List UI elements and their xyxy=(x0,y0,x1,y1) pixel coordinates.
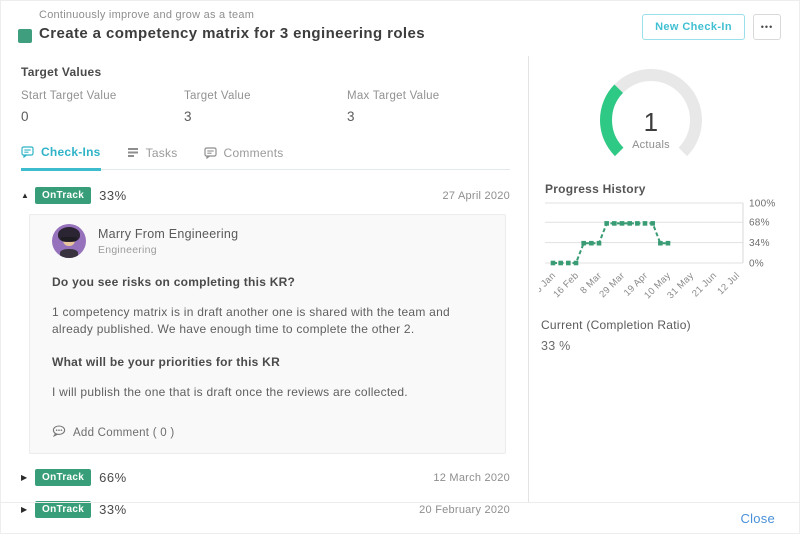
gauge-value: 1 xyxy=(644,107,659,137)
tab-check-ins[interactable]: Check-Ins xyxy=(21,145,101,171)
author-row: Marry From Engineering Engineering xyxy=(52,224,483,258)
svg-text:29 Mar: 29 Mar xyxy=(597,270,627,300)
kr-color-square-icon xyxy=(18,29,32,43)
caret-right-icon[interactable]: ▶ xyxy=(21,473,35,482)
current-ratio-value: 33 % xyxy=(541,339,571,353)
tab-label: Check-Ins xyxy=(41,145,101,159)
target-values-heading: Target Values xyxy=(21,56,510,79)
check-in-row[interactable]: ▶ OnTrack 66% 12 March 2020 xyxy=(21,469,510,486)
more-options-button[interactable]: ••• xyxy=(753,14,781,40)
tab-label: Comments xyxy=(224,146,284,160)
actuals-gauge: 1 Actuals xyxy=(576,60,726,187)
max-target-label: Max Target Value xyxy=(347,90,510,102)
new-check-in-button[interactable]: New Check-In xyxy=(642,14,745,40)
target-label: Target Value xyxy=(184,90,347,102)
target-values-grid: Start Target Value 0 Target Value 3 Max … xyxy=(21,90,510,124)
check-in-row[interactable]: ▲ OnTrack 33% 27 April 2020 xyxy=(21,187,510,204)
gauge-chart: 1 Actuals xyxy=(576,60,726,182)
status-badge: OnTrack xyxy=(35,187,91,204)
svg-text:0%: 0% xyxy=(749,259,764,270)
svg-text:100%: 100% xyxy=(749,199,776,210)
add-comment-label: Add Comment ( 0 ) xyxy=(73,427,174,439)
list-icon xyxy=(127,147,139,158)
svg-text:68%: 68% xyxy=(749,218,770,229)
tab-tasks[interactable]: Tasks xyxy=(127,145,178,169)
target-value: 3 xyxy=(184,109,347,124)
author-meta: Marry From Engineering Engineering xyxy=(98,227,238,256)
progress-history-chart: 0%34%68%100%26 Jan16 Feb8 Mar29 Mar19 Ap… xyxy=(539,193,797,313)
avatar xyxy=(52,224,86,258)
caret-up-icon[interactable]: ▲ xyxy=(21,191,35,200)
tab-comments[interactable]: Comments xyxy=(204,145,284,169)
header: Continuously improve and grow as a team … xyxy=(1,1,799,56)
check-in-percent: 66% xyxy=(99,470,127,485)
answer-text: I will publish the one that is draft onc… xyxy=(52,384,483,401)
max-target-value: 3 xyxy=(347,109,510,124)
tab-label: Tasks xyxy=(146,146,178,160)
comment-bubble-icon xyxy=(204,147,217,159)
svg-text:16 Feb: 16 Feb xyxy=(551,270,581,300)
svg-text:12 Jul: 12 Jul xyxy=(715,270,742,297)
svg-text:21 Jun: 21 Jun xyxy=(690,270,719,299)
left-panel: Target Values Start Target Value 0 Targe… xyxy=(1,56,529,502)
check-in-date: 27 April 2020 xyxy=(443,190,510,202)
breadcrumb: Continuously improve and grow as a team xyxy=(39,9,254,21)
header-actions: New Check-In ••• xyxy=(642,14,781,40)
check-in-percent: 33% xyxy=(99,188,127,203)
check-in-detail-card: Marry From Engineering Engineering Do yo… xyxy=(29,214,506,454)
target-value-col: Start Target Value 0 xyxy=(21,90,184,124)
start-target-value: 0 xyxy=(21,109,184,124)
current-ratio-label: Current (Completion Ratio) xyxy=(541,318,691,332)
target-value-col: Max Target Value 3 xyxy=(347,90,510,124)
page-title: Create a competency matrix for 3 enginee… xyxy=(39,25,425,42)
target-value-col: Target Value 3 xyxy=(184,90,347,124)
tab-bar: Check-Ins Tasks Comments xyxy=(21,145,510,170)
modal-footer: Close xyxy=(1,502,799,533)
gauge-label: Actuals xyxy=(632,139,670,151)
gauge-fill xyxy=(606,89,619,152)
status-badge: OnTrack xyxy=(35,469,91,486)
start-target-label: Start Target Value xyxy=(21,90,184,102)
speech-bubble-icon xyxy=(52,425,66,440)
svg-text:34%: 34% xyxy=(749,238,770,249)
answer-text: 1 competency matrix is in draft another … xyxy=(52,304,483,338)
add-comment-button[interactable]: Add Comment ( 0 ) xyxy=(52,425,483,440)
author-name: Marry From Engineering xyxy=(98,227,238,241)
check-in-date: 12 March 2020 xyxy=(433,472,510,484)
question-text: What will be your priorities for this KR xyxy=(52,355,483,369)
key-result-detail-modal: Continuously improve and grow as a team … xyxy=(0,0,800,534)
right-panel: 1 Actuals Progress History 0%34%68%100%2… xyxy=(529,56,799,502)
chat-bubble-icon xyxy=(21,146,34,158)
close-button[interactable]: Close xyxy=(741,511,776,526)
author-team: Engineering xyxy=(98,244,238,256)
modal-body: Target Values Start Target Value 0 Targe… xyxy=(1,56,799,502)
question-text: Do you see risks on completing this KR? xyxy=(52,275,483,289)
